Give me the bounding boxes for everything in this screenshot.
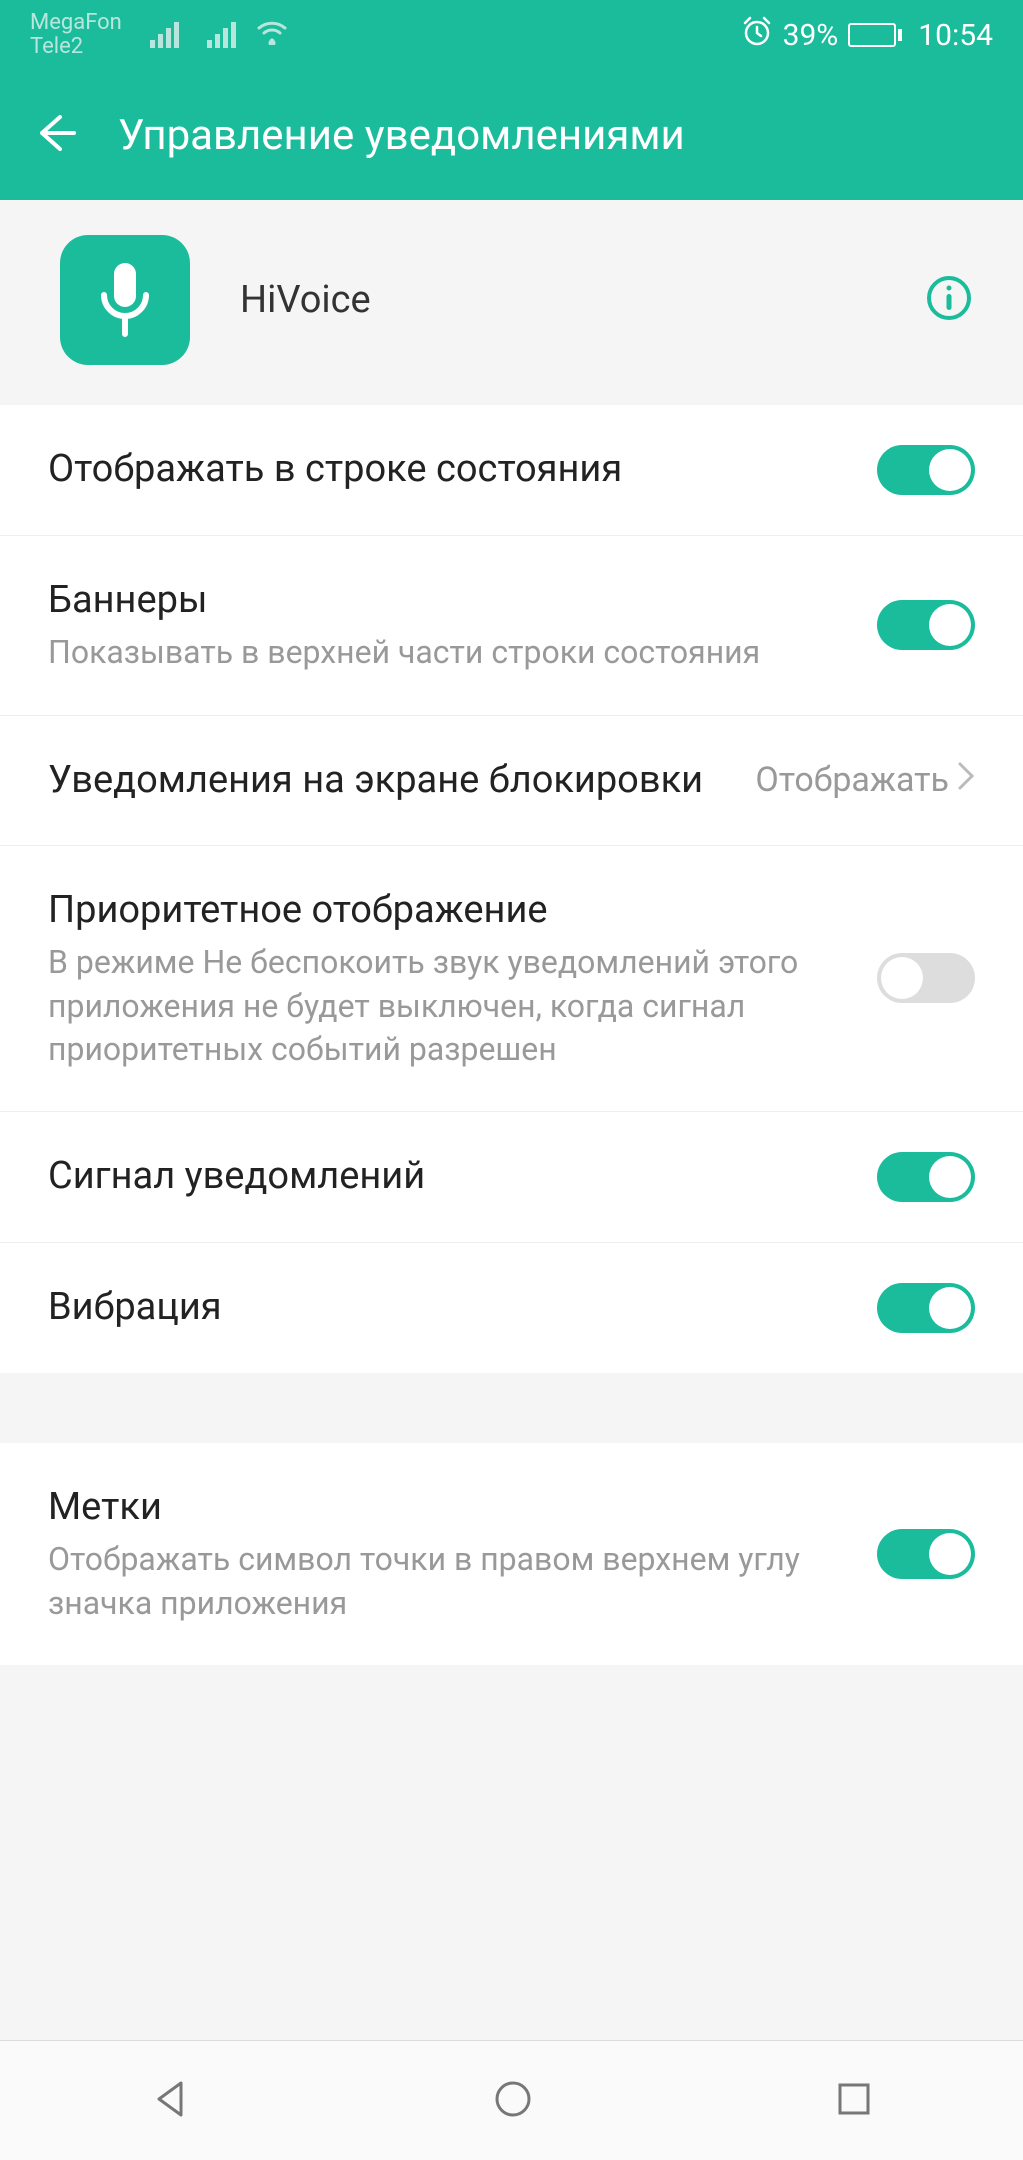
wifi-icon [256,19,288,51]
setting-title: Метки [48,1483,847,1532]
navigation-bar [0,2040,1023,2160]
setting-text: Сигнал уведомлений [48,1152,847,1201]
back-icon[interactable] [30,109,78,161]
nav-back-icon[interactable] [149,2077,193,2125]
toggle-switch[interactable] [877,1283,975,1333]
battery-icon [848,23,902,47]
settings-group-2: Метки Отображать символ точки в правом ве… [0,1443,1023,1665]
carrier-labels: MegaFon Tele2 [30,11,122,59]
signal-icon-1 [150,22,179,48]
setting-row[interactable]: Сигнал уведомлений [0,1112,1023,1243]
setting-subtitle: В режиме Не беспокоить звук уведомлений … [48,941,847,1071]
setting-subtitle: Отображать символ точки в правом верхнем… [48,1538,847,1624]
setting-value-text: Отображать [755,760,949,800]
setting-row[interactable]: Отображать в строке состояния [0,405,1023,536]
status-right: 39% 10:54 [741,15,993,55]
setting-value[interactable]: Отображать [755,760,975,800]
toggle-switch[interactable] [877,445,975,495]
clock: 10:54 [918,18,993,53]
setting-text: Вибрация [48,1283,847,1332]
nav-home-icon[interactable] [491,2077,535,2125]
setting-row[interactable]: Вибрация [0,1243,1023,1373]
battery-pct: 39% [783,18,839,53]
setting-title: Баннеры [48,576,847,625]
carrier-1: MegaFon [30,11,122,35]
setting-text: Отображать в строке состояния [48,445,847,494]
setting-title: Вибрация [48,1283,847,1332]
setting-text: Баннеры Показывать в верхней части строки… [48,576,847,675]
app-header: Управление уведомлениями [0,70,1023,200]
setting-title: Приоритетное отображение [48,886,847,935]
app-icon [60,235,190,365]
status-bar: MegaFon Tele2 39% 10:54 [0,0,1023,70]
signal-icon-2 [207,22,236,48]
toggle-switch[interactable] [877,953,975,1003]
setting-text: Уведомления на экране блокировки [48,756,725,805]
setting-title: Уведомления на экране блокировки [48,756,725,805]
chevron-right-icon [957,760,975,800]
carrier-2: Tele2 [30,35,122,59]
toggle-switch[interactable] [877,1152,975,1202]
setting-title: Отображать в строке состояния [48,445,847,494]
setting-title: Сигнал уведомлений [48,1152,847,1201]
toggle-switch[interactable] [877,1529,975,1579]
app-info-row: HiVoice [0,200,1023,405]
setting-row[interactable]: Уведомления на экране блокировки Отобража… [0,716,1023,846]
section-gap [0,1373,1023,1443]
toggle-switch[interactable] [877,600,975,650]
setting-row[interactable]: Приоритетное отображение В режиме Не бесп… [0,846,1023,1112]
alarm-icon [741,15,773,55]
setting-row[interactable]: Метки Отображать символ точки в правом ве… [0,1443,1023,1665]
setting-text: Метки Отображать символ точки в правом ве… [48,1483,847,1625]
status-left: MegaFon Tele2 [30,11,288,59]
setting-subtitle: Показывать в верхней части строки состоя… [48,631,847,674]
nav-recent-icon[interactable] [834,2079,874,2123]
app-name: HiVoice [240,278,875,322]
settings-group-1: Отображать в строке состояния Баннеры Пока… [0,405,1023,1373]
info-icon[interactable] [925,274,973,326]
setting-row[interactable]: Баннеры Показывать в верхней части строки… [0,536,1023,716]
setting-text: Приоритетное отображение В режиме Не бесп… [48,886,847,1071]
page-title: Управление уведомлениями [118,111,685,160]
